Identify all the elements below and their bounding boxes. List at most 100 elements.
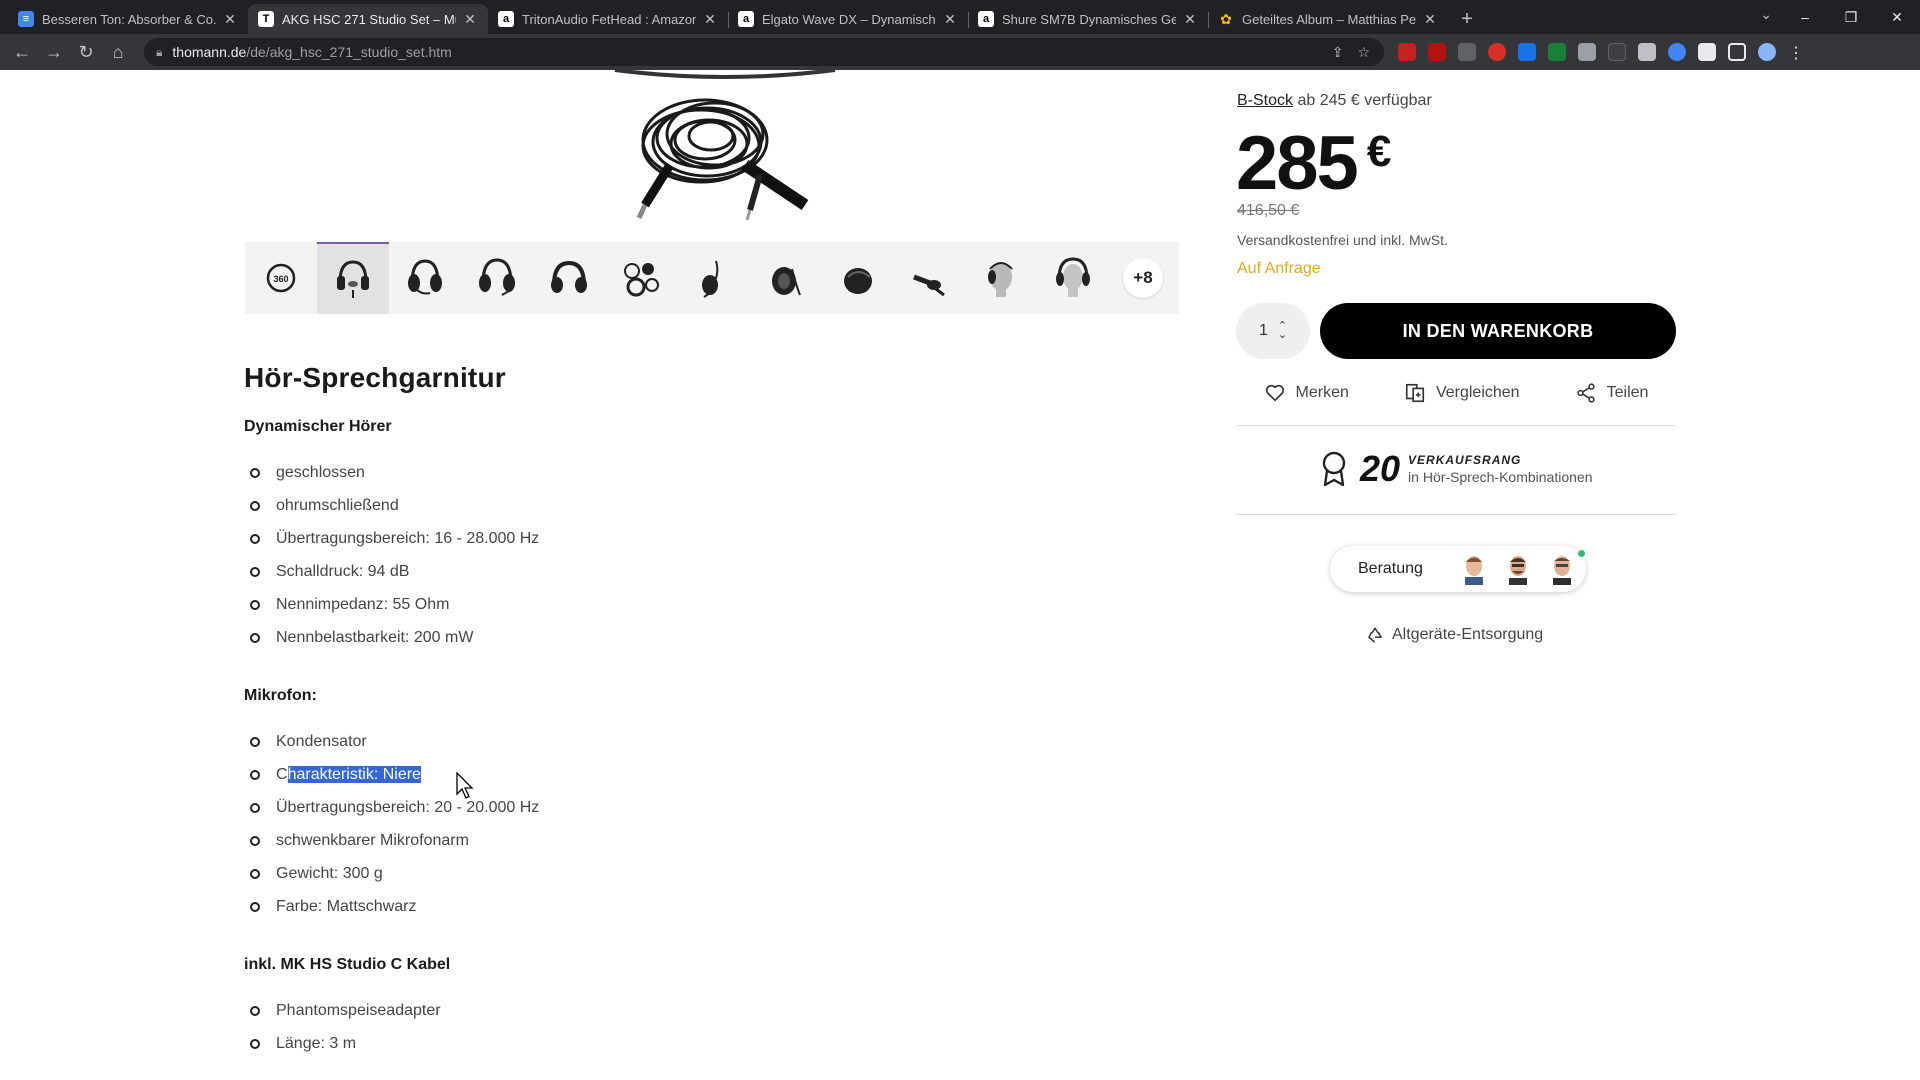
extension-icon[interactable] — [1548, 43, 1566, 61]
quantity-value: 1 — [1258, 322, 1268, 339]
list-item: Übertragungsbereich: 20 - 20.000 Hz — [244, 798, 1144, 831]
amazon-icon: a — [978, 11, 994, 27]
thumb-headset-front[interactable] — [317, 242, 389, 314]
product-image-cable[interactable] — [575, 70, 875, 220]
extension-icon[interactable] — [1488, 43, 1506, 61]
thumb-dummy-head-front[interactable] — [1037, 242, 1109, 314]
browser-tab[interactable]: a Shure SM7B Dynamisches Gesan ✕ — [968, 4, 1208, 34]
thumb-headset-angle[interactable] — [461, 242, 533, 314]
minimize-icon[interactable]: – — [1782, 9, 1828, 25]
share-label: Teilen — [1606, 384, 1649, 401]
tab-title: Elgato Wave DX – Dynamisches M — [762, 11, 936, 27]
home-icon[interactable]: ⌂ — [102, 36, 134, 68]
puzzle-icon[interactable] — [1698, 43, 1716, 61]
compare-button[interactable]: Vergleichen — [1404, 382, 1520, 404]
recycling-link[interactable]: Altgeräte-Entsorgung — [1366, 626, 1543, 644]
heart-icon — [1265, 384, 1284, 402]
close-window-icon[interactable]: ✕ — [1874, 9, 1920, 26]
dummy-head-thumbnail — [988, 262, 1013, 297]
thumb-headset-side[interactable] — [389, 242, 461, 314]
thumb-earcup-back[interactable] — [821, 242, 893, 314]
url-host: thomann.de — [172, 44, 247, 60]
docs-icon: ≡ — [18, 11, 34, 27]
recycle-icon — [1368, 627, 1382, 643]
add-to-cart-button[interactable]: IN DEN WARENKORB — [1320, 303, 1676, 359]
list-item: Phantomspeiseadapter — [244, 1001, 1144, 1034]
share-page-icon[interactable]: ⇪ — [1332, 44, 1344, 61]
compare-icon — [1405, 383, 1425, 403]
list-item-selected: Charakteristik: Niere — [244, 765, 1144, 798]
close-icon[interactable]: ✕ — [942, 11, 958, 28]
wishlist-button[interactable]: Merken — [1264, 382, 1349, 404]
reload-icon[interactable]: ↻ — [70, 36, 102, 68]
thumb-360[interactable]: 360 — [245, 242, 317, 314]
section-heading: Mikrofon: — [244, 687, 317, 704]
sales-rank[interactable]: 20 VERKAUFSRANG in Hör-Sprech-Kombinatio… — [1320, 448, 1592, 490]
browser-tab[interactable]: a TritonAudio FetHead : Amazon.d ✕ — [488, 4, 728, 34]
url-path: /de/akg_hsc_271_studio_set.htm — [246, 44, 452, 60]
thumb-earcup-inside[interactable] — [749, 242, 821, 314]
close-icon[interactable]: ✕ — [462, 11, 478, 28]
thumb-microphone[interactable] — [893, 242, 965, 314]
extension-icon[interactable] — [1578, 43, 1596, 61]
extension-icon[interactable] — [1458, 43, 1476, 61]
advisor-avatar — [1502, 553, 1533, 585]
rank-number: 20 — [1360, 448, 1401, 489]
browser-tab[interactable]: ≡ Besseren Ton: Absorber & Co. - G ✕ — [8, 4, 248, 34]
compare-label: Vergleichen — [1435, 384, 1520, 401]
close-icon[interactable]: ✕ — [1422, 11, 1438, 28]
bstock-text: ab 245 € verfügbar — [1293, 92, 1432, 109]
extension-icon[interactable] — [1608, 43, 1626, 61]
extension-icon[interactable] — [1398, 43, 1416, 61]
close-icon[interactable]: ✕ — [1182, 11, 1198, 28]
accessories-thumbnail — [624, 263, 659, 297]
camera-icon[interactable] — [1638, 43, 1656, 61]
dummy-head-thumbnail — [1056, 257, 1090, 297]
section-heading: Dynamischer Hörer — [244, 418, 392, 435]
extension-icon[interactable] — [1428, 43, 1446, 61]
microphone-thumbnail — [913, 274, 945, 297]
browser-tab[interactable]: a Elgato Wave DX – Dynamisches M ✕ — [728, 4, 968, 34]
thumb-dummy-head-side[interactable] — [965, 242, 1037, 314]
advice-button[interactable]: Beratung — [1330, 546, 1587, 592]
divider — [1236, 514, 1676, 515]
thumb-earcup[interactable] — [677, 242, 749, 314]
extension-icon[interactable] — [1668, 43, 1686, 61]
new-tab-icon[interactable]: + — [1452, 4, 1482, 34]
extension-icon[interactable] — [1518, 43, 1536, 61]
spec-list: geschlossen ohrumschließend Übertragungs… — [244, 463, 1144, 661]
more-images-button[interactable]: +8 — [1123, 258, 1163, 298]
amazon-icon: a — [498, 11, 514, 27]
product-description: Hör-Sprechgarnitur Dynamischer Hörer ges… — [244, 362, 1144, 1080]
spinner-arrows-icon[interactable]: ⌃ ⌄ — [1278, 321, 1287, 341]
spec-list: Kondensator Charakteristik: Niere Übertr… — [244, 732, 1144, 930]
thomann-icon: T — [258, 11, 274, 27]
bookmark-star-icon[interactable]: ☆ — [1357, 44, 1370, 61]
thumb-set-contents[interactable] — [605, 242, 677, 314]
browser-tab-active[interactable]: T AKG HSC 271 Studio Set – Musik ✕ — [248, 4, 488, 34]
close-icon[interactable]: ✕ — [222, 11, 238, 28]
online-status-dot — [1576, 548, 1587, 559]
tab-title: AKG HSC 271 Studio Set – Musik — [282, 11, 456, 27]
close-icon[interactable]: ✕ — [702, 11, 718, 28]
advisor-avatar — [1458, 553, 1489, 585]
profile-avatar[interactable] — [1758, 43, 1776, 61]
menu-kebab-icon[interactable]: ⋮ — [1788, 43, 1804, 62]
divider — [1236, 425, 1676, 426]
headset-thumbnail — [408, 259, 442, 295]
quantity-stepper[interactable]: 1 ⌃ ⌄ — [1236, 303, 1310, 359]
tab-search-icon[interactable]: ⌄ — [1760, 6, 1772, 23]
text-selection: harakteristik: Niere — [287, 766, 421, 783]
browser-tab[interactable]: ✿ Geteiltes Album – Matthias Petri ✕ — [1208, 4, 1448, 34]
share-icon — [1576, 383, 1595, 403]
thumb-headset-top[interactable] — [533, 242, 605, 314]
forward-icon[interactable]: → — [38, 36, 70, 68]
restore-icon[interactable]: ❐ — [1828, 9, 1874, 26]
share-button[interactable]: Teilen — [1575, 382, 1649, 404]
sidepanel-icon[interactable] — [1728, 43, 1746, 61]
bstock-link[interactable]: B-Stock — [1237, 92, 1293, 109]
back-icon[interactable]: ← — [6, 36, 38, 68]
price-currency: € — [1366, 127, 1392, 176]
address-bar[interactable]: 🔒︎ thomann.de /de/akg_hsc_271_studio_set… — [144, 38, 1384, 66]
recycling-label: Altgeräte-Entsorgung — [1392, 626, 1544, 643]
